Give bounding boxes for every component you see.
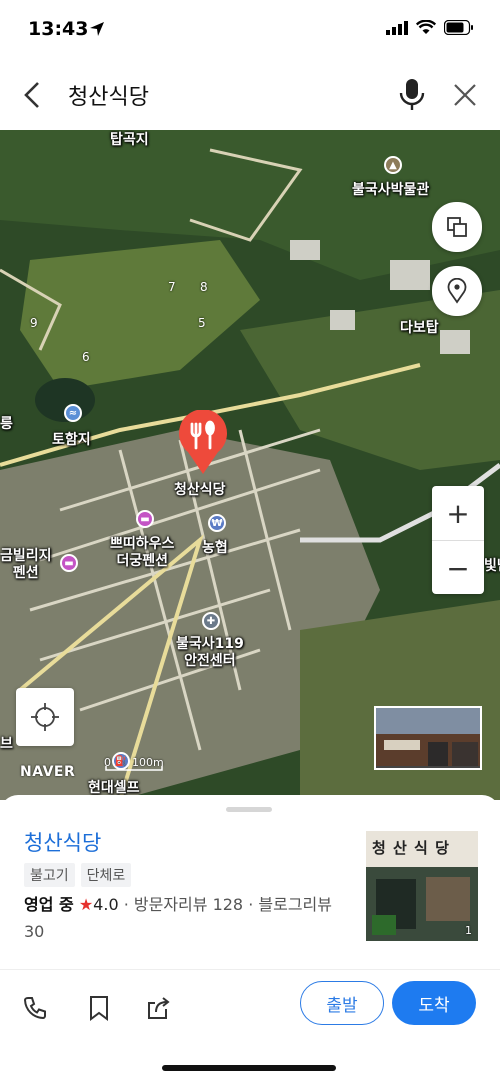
naver-logo: NAVER xyxy=(20,764,76,780)
photo-count: 1 xyxy=(465,924,472,937)
status-time: 13:43 xyxy=(28,18,89,40)
phone-icon[interactable] xyxy=(22,995,48,1021)
layers-icon xyxy=(447,217,467,237)
satellite-terrain xyxy=(0,130,500,800)
lake-poi-icon[interactable]: ≈ xyxy=(64,404,82,422)
gps-button[interactable] xyxy=(16,688,74,746)
search-bar: 청산식당 xyxy=(0,60,500,130)
location-pin-icon xyxy=(447,278,467,304)
map-scale: 0 100m xyxy=(104,756,164,771)
star-icon: ★ xyxy=(78,895,94,914)
map-view[interactable]: 탑곡지 불국사박물관 다보탑 토함지 청산식당 쁘띠하우스 더궁펜션 농협 금빌… xyxy=(0,130,500,800)
bank-poi-icon[interactable]: ₩ xyxy=(208,514,226,532)
map-label-edge-left-1: 릉 xyxy=(0,416,13,432)
place-photo[interactable]: 청 산 식 당 1 xyxy=(366,831,478,941)
action-bar: 출발 도착 xyxy=(0,981,500,1041)
street-view-thumbnail[interactable] xyxy=(374,706,482,770)
status-bar: 13:43 xyxy=(0,0,500,60)
hole-number: 9 xyxy=(30,316,38,330)
map-label-place[interactable]: 청산식당 xyxy=(174,482,226,499)
arrive-button[interactable]: 도착 xyxy=(392,981,476,1025)
mic-icon[interactable] xyxy=(398,77,426,113)
my-location-pin-button[interactable] xyxy=(432,266,482,316)
wifi-icon xyxy=(416,20,436,34)
hole-number: 6 xyxy=(82,350,90,364)
map-label-nonghyup[interactable]: 농협 xyxy=(202,540,228,557)
location-arrow-icon xyxy=(90,22,104,36)
place-sheet: 청산식당 불고기 단체로 영업 중 ★4.0 · 방문자리뷰 128 · 블로그… xyxy=(0,795,500,1081)
home-indicator xyxy=(162,1065,336,1071)
place-tags: 불고기 단체로 xyxy=(24,863,132,887)
signal-icon xyxy=(386,20,408,35)
search-query[interactable]: 청산식당 xyxy=(68,79,149,111)
map-label-dabotap[interactable]: 다보탑 xyxy=(400,320,439,337)
depart-button[interactable]: 출발 xyxy=(300,981,384,1025)
place-tag: 단체로 xyxy=(80,863,132,887)
pension-poi-icon[interactable]: ▬ xyxy=(60,554,78,572)
zoom-in-button[interactable]: + xyxy=(432,486,484,540)
fire-station-poi-icon[interactable]: ✚ xyxy=(202,612,220,630)
close-icon[interactable] xyxy=(452,82,478,108)
fork-knife-icon[interactable] xyxy=(176,410,230,476)
map-label-museum[interactable]: 불국사박물관 xyxy=(352,182,429,199)
sheet-divider xyxy=(0,969,500,970)
battery-icon xyxy=(444,20,473,35)
back-icon[interactable] xyxy=(20,80,46,110)
place-tag: 불고기 xyxy=(24,863,75,887)
map-label-fire-station[interactable]: 불국사119 안전센터 xyxy=(176,636,244,670)
sheet-handle[interactable] xyxy=(226,807,272,812)
photo-sign-text: 청 산 식 당 xyxy=(372,839,450,857)
open-status: 영업 중 xyxy=(24,895,74,914)
hole-number: 5 xyxy=(198,316,206,330)
map-label-tohamji[interactable]: 토함지 xyxy=(52,432,91,449)
place-name[interactable]: 청산식당 xyxy=(24,827,101,857)
layers-button[interactable] xyxy=(432,202,482,252)
map-label-guesthouse[interactable]: 쁘띠하우스 더궁펜션 xyxy=(110,536,174,570)
gps-icon xyxy=(31,703,59,731)
map-label-tapgokji[interactable]: 탑곡지 xyxy=(110,132,149,149)
share-icon[interactable] xyxy=(146,995,172,1021)
map-label-geumbilliji[interactable]: 금빌리지 펜션 xyxy=(0,548,52,582)
map-label-edge-left-2: 브 xyxy=(0,736,13,752)
map-label-edge-right-1: 빛난 xyxy=(484,558,500,574)
guesthouse-poi-icon[interactable]: ▬ xyxy=(136,510,154,528)
hole-number: 8 xyxy=(200,280,208,294)
bookmark-icon[interactable] xyxy=(86,995,112,1021)
zoom-control: + − xyxy=(432,486,484,594)
museum-poi-icon[interactable]: ▲ xyxy=(384,156,402,174)
rating-value: 4.0 xyxy=(93,895,119,914)
hole-number: 7 xyxy=(168,280,176,294)
zoom-out-button[interactable]: − xyxy=(432,541,484,595)
place-status-line: 영업 중 ★4.0 · 방문자리뷰 128 · 블로그리뷰 30 xyxy=(24,891,344,945)
